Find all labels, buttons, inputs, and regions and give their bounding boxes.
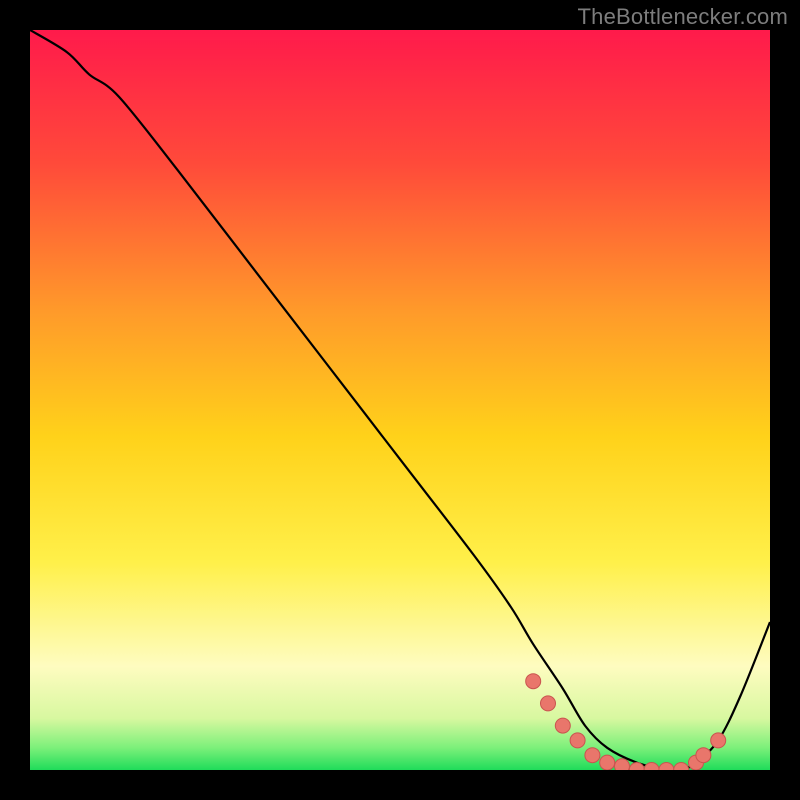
chart-canvas: TheBottlenecker.com [0, 0, 800, 800]
attribution-text: TheBottlenecker.com [578, 4, 788, 30]
plot-area [30, 30, 770, 770]
highlight-dot [711, 733, 726, 748]
highlight-dot [555, 718, 570, 733]
highlight-dot [600, 755, 615, 770]
highlight-dot [526, 674, 541, 689]
chart-svg [0, 0, 800, 800]
highlight-dot [585, 748, 600, 763]
highlight-dot [541, 696, 556, 711]
highlight-dot [570, 733, 585, 748]
highlight-dot [696, 748, 711, 763]
